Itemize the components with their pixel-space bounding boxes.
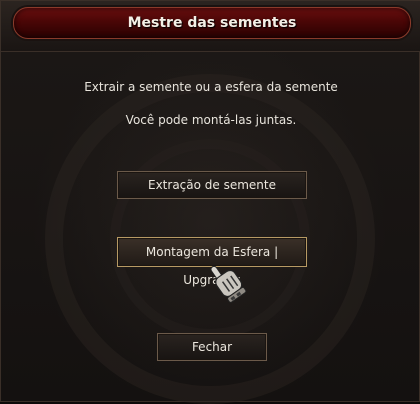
dialog-title: Mestre das sementes (127, 15, 297, 31)
seed-extraction-button[interactable]: Extração de semente (117, 171, 307, 199)
title-bar[interactable]: Mestre das sementes (13, 7, 411, 39)
close-button[interactable]: Fechar (157, 333, 267, 361)
hand-cursor-icon (210, 265, 247, 303)
message-line-2: Você pode montá-las juntas. (125, 113, 297, 127)
title-frame: Mestre das sementes (1, 1, 420, 52)
seed-master-dialog: Mestre das sementes Extrair a semente ou… (0, 0, 420, 404)
message-line-1: Extrair a semente ou a esfera da semente (84, 80, 338, 94)
